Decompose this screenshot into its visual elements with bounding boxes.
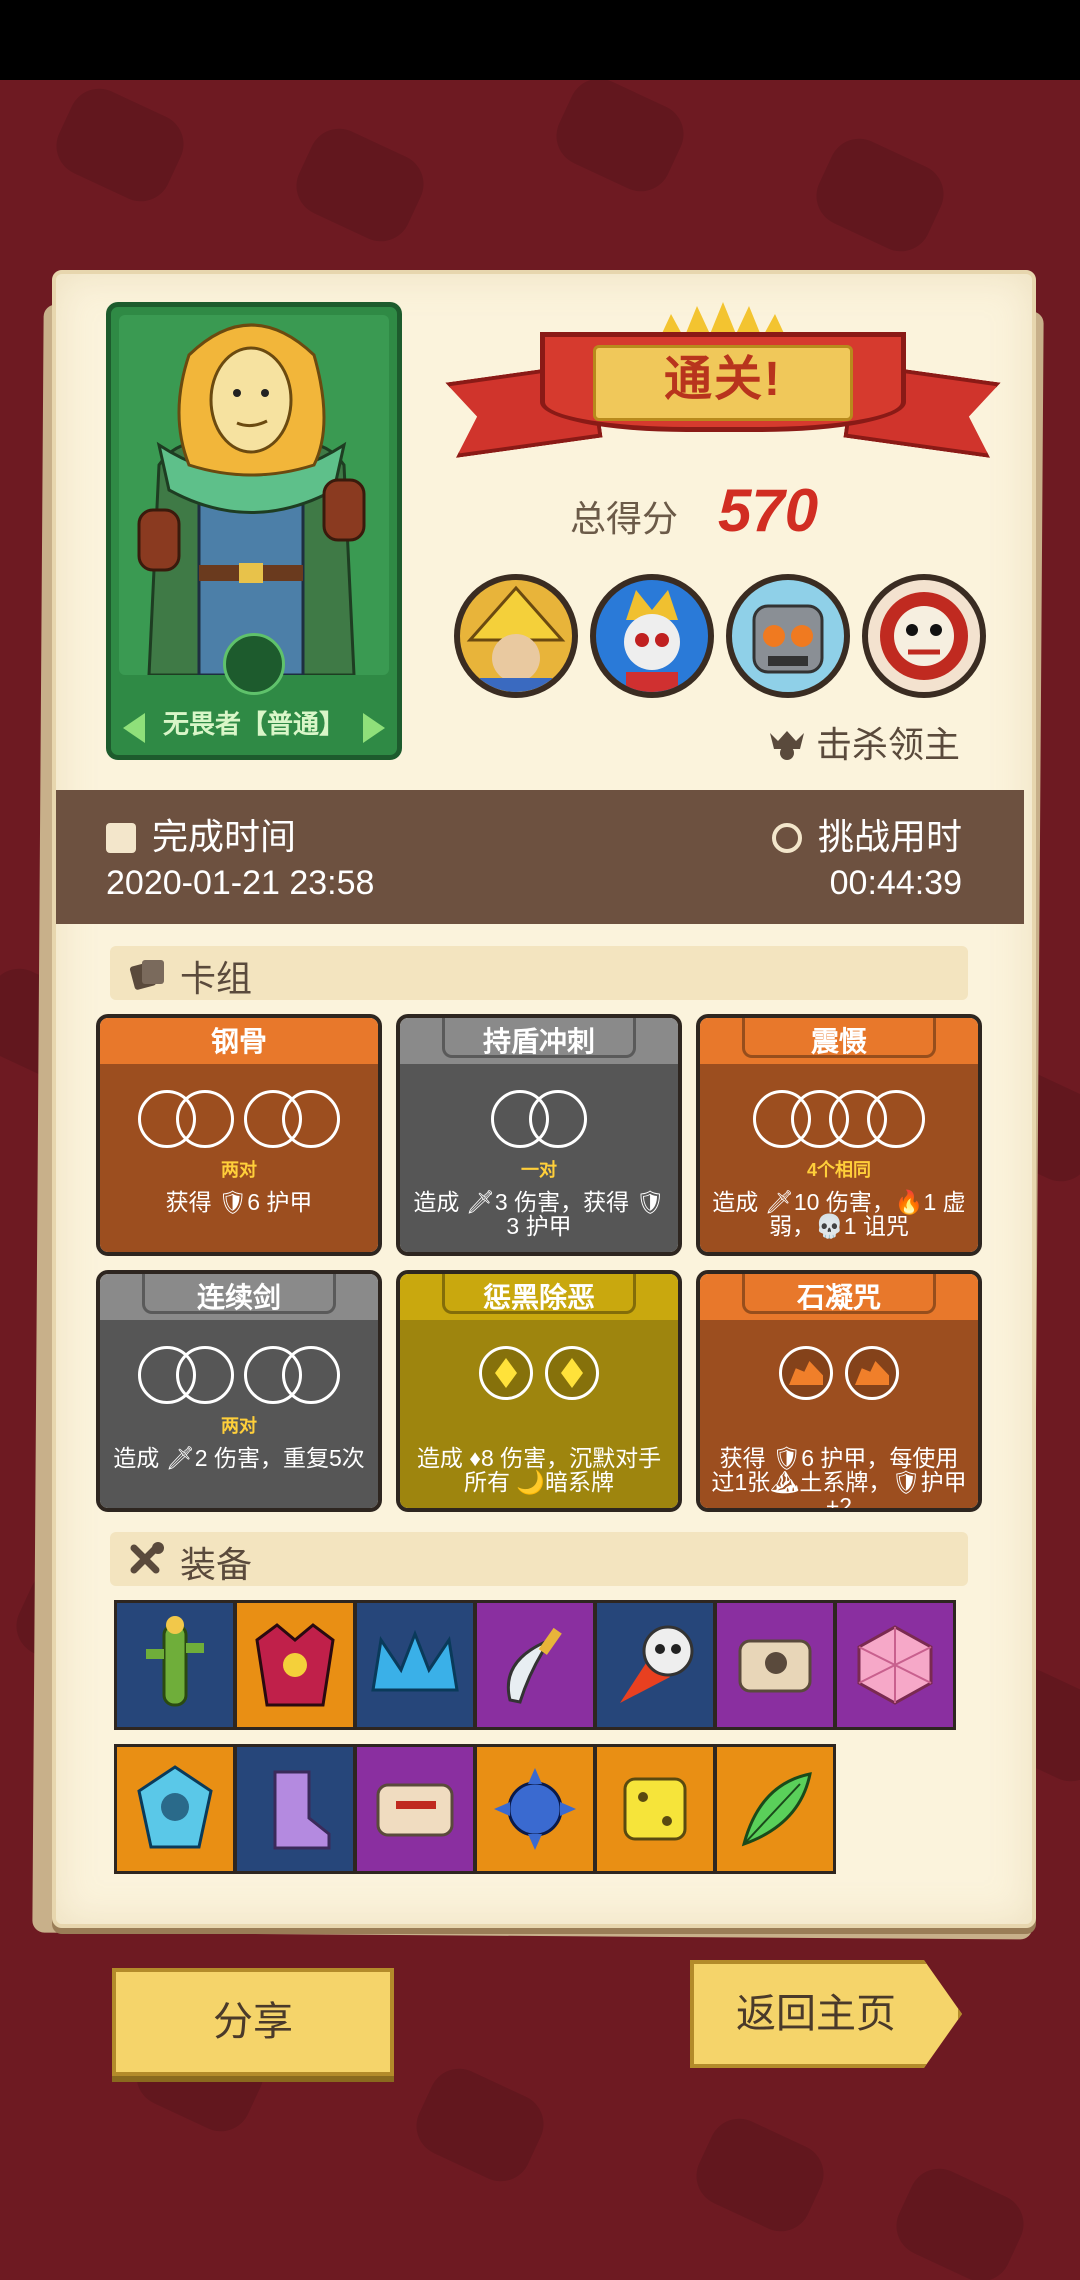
deck-title: 卡组 bbox=[180, 958, 253, 999]
card-requirement: 两对 bbox=[221, 1160, 257, 1180]
gem-slots bbox=[400, 1346, 678, 1410]
score-value: 570 bbox=[718, 477, 819, 544]
card-name: 持盾冲刺 bbox=[482, 1026, 595, 1057]
card-stone-curse[interactable]: 石凝咒 获得 🛡6 护甲，每使用过1张⛰土系牌，🛡护甲+2 bbox=[696, 1270, 982, 1512]
card-description: 造成 🗡3 伤害，获得 🛡3 护甲 bbox=[413, 1189, 665, 1239]
hero-figure-icon bbox=[137, 323, 366, 675]
duration-label: 挑战用时 bbox=[817, 816, 962, 857]
card-name: 惩黑除恶 bbox=[482, 1282, 595, 1313]
card-punish-evil[interactable]: 惩黑除恶 造成 ♦8 伤害，沉默对手所有 🌙暗系牌 bbox=[396, 1270, 682, 1512]
dice-slots bbox=[100, 1090, 378, 1154]
card-requirement: 两对 bbox=[221, 1416, 257, 1436]
equipment-section-header: 装备 bbox=[110, 1532, 968, 1586]
stopwatch-icon bbox=[771, 823, 802, 853]
ice-crown-icon[interactable] bbox=[354, 1600, 476, 1730]
ribbon-main: 通关! bbox=[540, 332, 906, 432]
equipment-title: 装备 bbox=[180, 1544, 253, 1585]
card-name: 震慑 bbox=[810, 1026, 867, 1057]
card-shield-charge[interactable]: 持盾冲刺 一对 造成 🗡3 伤害，获得 🛡3 护甲 bbox=[396, 1014, 682, 1256]
boss-witch-icon[interactable] bbox=[454, 574, 578, 698]
card-requirement: 一对 bbox=[521, 1160, 557, 1180]
finish-time-value: 2020-01-21 23:58 bbox=[106, 864, 375, 902]
spiked-orb-icon[interactable] bbox=[474, 1744, 596, 1874]
share-button[interactable]: 分享 bbox=[112, 1968, 394, 2076]
crystal-d20-icon[interactable] bbox=[834, 1600, 956, 1730]
earth-rock-icon bbox=[779, 1346, 833, 1400]
yellow-die-icon[interactable] bbox=[594, 1744, 716, 1874]
boss-demon-mask-icon[interactable] bbox=[862, 574, 986, 698]
hero-name: 无畏者【普通】 bbox=[162, 709, 345, 739]
cards-icon bbox=[129, 960, 164, 990]
card-description: 造成 🗡10 伤害，🔥1 虚弱，💀1 诅咒 bbox=[712, 1189, 966, 1239]
hero-portrait bbox=[119, 315, 389, 675]
finish-time-label-row: 完成时间 bbox=[106, 808, 296, 860]
calendar-icon bbox=[106, 823, 136, 853]
time-bar: 完成时间 2020-01-21 23:58 挑战用时 00:44:39 bbox=[56, 790, 1024, 924]
boss-robot-icon[interactable] bbox=[726, 574, 850, 698]
spiked-armor-icon[interactable] bbox=[234, 1600, 356, 1730]
skull-rocket-icon[interactable] bbox=[594, 1600, 716, 1730]
card-name: 钢骨 bbox=[210, 1026, 267, 1057]
duration-label-row: 挑战用时 bbox=[771, 808, 962, 860]
tools-icon bbox=[130, 1542, 164, 1574]
red-scroll-icon[interactable] bbox=[354, 1744, 476, 1874]
card-description: 获得 🛡6 护甲，每使用过1张⛰土系牌，🛡护甲+2 bbox=[711, 1445, 967, 1512]
return-home-button[interactable]: 返回主页 bbox=[690, 1960, 962, 2068]
boss-skeleton-king-icon[interactable] bbox=[590, 574, 714, 698]
card-continuous-sword[interactable]: 连续剑 两对 造成 🗡2 伤害，重复5次 bbox=[96, 1270, 382, 1512]
skull-emblem-icon bbox=[223, 633, 285, 695]
kill-boss-label: 击杀领主 bbox=[816, 724, 961, 765]
card-requirement: 4个相同 bbox=[806, 1160, 871, 1180]
card-description: 获得 🛡6 护甲 bbox=[165, 1189, 313, 1215]
green-feather-icon[interactable] bbox=[714, 1744, 836, 1874]
card-gangu[interactable]: 钢骨 两对 获得 🛡6 护甲 bbox=[96, 1014, 382, 1256]
boss-skull-icon bbox=[770, 731, 804, 760]
curved-dagger-icon[interactable] bbox=[474, 1600, 596, 1730]
card-intimidate[interactable]: 震慑 4个相同 造成 🗡10 伤害，🔥1 虚弱，💀1 诅咒 bbox=[696, 1014, 982, 1256]
deck-section-header: 卡组 bbox=[110, 946, 968, 1000]
dice-slots bbox=[400, 1090, 678, 1154]
skull-scroll-icon[interactable] bbox=[714, 1600, 836, 1730]
dice-slots bbox=[100, 1346, 378, 1410]
victory-title: 通关! bbox=[664, 353, 782, 406]
hero-card[interactable]: 无畏者【普通】 bbox=[106, 302, 402, 760]
card-name: 石凝咒 bbox=[796, 1282, 881, 1313]
finish-time-label: 完成时间 bbox=[152, 816, 297, 857]
card-description: 造成 ♦8 伤害，沉默对手所有 🌙暗系牌 bbox=[416, 1445, 662, 1495]
card-description: 造成 🗡2 伤害，重复5次 bbox=[113, 1445, 365, 1471]
gem-slots bbox=[700, 1346, 978, 1410]
purple-boot-icon[interactable] bbox=[234, 1744, 356, 1874]
dice-slots bbox=[700, 1090, 978, 1154]
score-label: 总得分 bbox=[570, 498, 679, 539]
cactus-doll-icon[interactable] bbox=[114, 1600, 236, 1730]
earth-rock-icon bbox=[845, 1346, 899, 1400]
victory-banner: 通关! bbox=[450, 302, 996, 462]
card-name: 连续剑 bbox=[196, 1282, 281, 1313]
ice-skull-gem-icon[interactable] bbox=[114, 1744, 236, 1874]
status-bar bbox=[0, 0, 1080, 80]
duration-value: 00:44:39 bbox=[829, 864, 962, 902]
yellow-gem-icon bbox=[545, 1346, 599, 1400]
yellow-gem-icon bbox=[479, 1346, 533, 1400]
kill-boss-row: 击杀领主 bbox=[768, 716, 960, 768]
